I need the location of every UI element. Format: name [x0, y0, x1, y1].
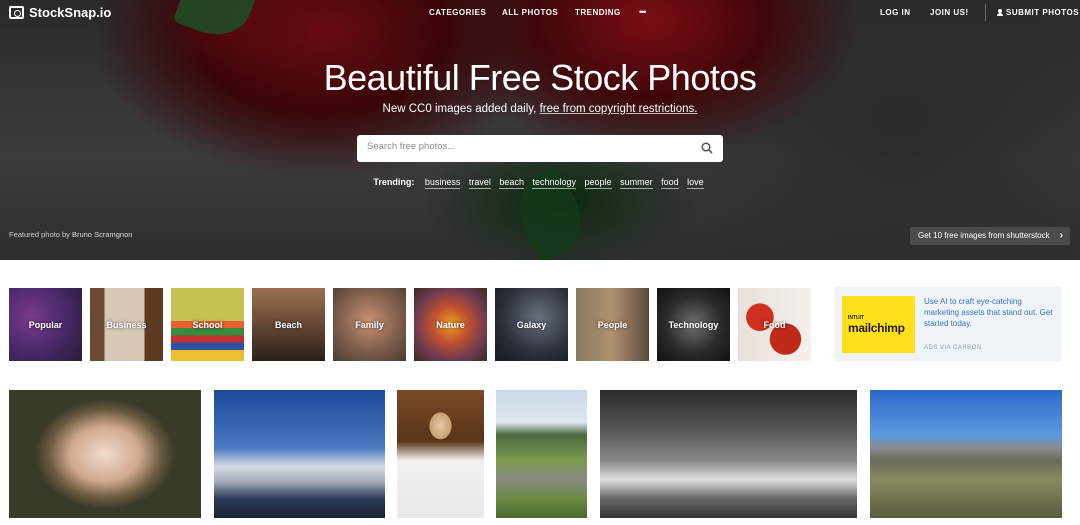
submit-label: SUBMIT PHOTOS	[1006, 8, 1080, 17]
trending-term[interactable]: travel	[468, 177, 491, 189]
trending-label: Trending:	[373, 177, 415, 187]
clouds-photo[interactable]	[214, 390, 385, 518]
category-business[interactable]: Business	[90, 288, 163, 361]
woman-phone-photo[interactable]	[397, 390, 484, 518]
surfer-photo[interactable]	[600, 390, 857, 518]
trending-term[interactable]: summer	[620, 177, 653, 189]
nav-divider	[985, 4, 986, 21]
trending-term[interactable]: people	[584, 177, 612, 189]
category-people[interactable]: People	[576, 288, 649, 361]
category-family[interactable]: Family	[333, 288, 406, 361]
category-galaxy[interactable]: Galaxy	[495, 288, 568, 361]
subtitle-text: New CC0 images added daily,	[382, 103, 540, 115]
category-label: Beach	[274, 319, 302, 330]
ad-text[interactable]: Use AI to craft eye-catching marketing a…	[924, 296, 1054, 329]
nav-submit-photos[interactable]: SUBMIT PHOTOS	[997, 8, 1079, 17]
trending-term[interactable]: technology	[532, 177, 577, 189]
site-logo[interactable]: StockSnap.io	[9, 5, 111, 20]
search-input[interactable]	[367, 141, 687, 152]
ad-via[interactable]: ADS VIA CARBON	[924, 345, 982, 351]
shutterstock-label: Get 10 free images from shutterstock	[918, 231, 1050, 240]
hero-subtitle: New CC0 images added daily, free from co…	[0, 103, 1080, 115]
carbon-ad[interactable]: INTUIT mailchimp Use AI to craft eye-cat…	[835, 287, 1061, 361]
trending-term[interactable]: beach	[499, 177, 524, 189]
category-popular[interactable]: Popular	[9, 288, 82, 361]
trending-term[interactable]: love	[687, 177, 704, 189]
desert-photo[interactable]	[870, 390, 1062, 518]
nav-log-in[interactable]: LOG IN	[880, 8, 911, 17]
trending-row: Trending: business travel beach technolo…	[0, 177, 1080, 189]
camera-icon	[9, 6, 24, 19]
search-icon[interactable]	[701, 142, 713, 154]
user-icon	[997, 9, 1003, 16]
trending-term[interactable]: food	[661, 177, 679, 189]
featured-prefix: Featured photo by	[9, 230, 72, 239]
category-label: School	[192, 319, 223, 330]
category-label: People	[597, 319, 628, 330]
nav-join[interactable]: JOIN US!	[930, 8, 969, 17]
category-label: Galaxy	[516, 319, 547, 330]
featured-credit: Featured photo by Bruno Scramgnon	[9, 230, 132, 239]
category-food[interactable]: Food	[738, 288, 811, 361]
category-label: Popular	[28, 319, 63, 330]
more-menu-icon[interactable]: •••	[639, 7, 647, 17]
featured-author[interactable]: Bruno Scramgnon	[72, 230, 132, 239]
nav-categories[interactable]: CATEGORIES	[429, 8, 486, 17]
hero-banner: StockSnap.io CATEGORIES ALL PHOTOS TREND…	[0, 0, 1080, 260]
category-nature[interactable]: Nature	[414, 288, 487, 361]
road-photo[interactable]	[496, 390, 587, 518]
category-school[interactable]: School	[171, 288, 244, 361]
logo-text: StockSnap.io	[29, 5, 112, 20]
trending-term[interactable]: business	[424, 177, 461, 189]
category-label: Technology	[668, 319, 719, 330]
category-label: Business	[106, 319, 147, 330]
hero-title: Beautiful Free Stock Photos	[323, 57, 757, 98]
category-label: Family	[355, 319, 384, 330]
category-beach[interactable]: Beach	[252, 288, 325, 361]
mailchimp-logo: INTUIT mailchimp	[842, 296, 915, 353]
shutterstock-button[interactable]: Get 10 free images from shutterstock ›	[910, 227, 1070, 245]
nav-trending[interactable]: TRENDING	[575, 8, 621, 17]
chevron-right-icon: ›	[1059, 230, 1063, 241]
category-label: Nature	[436, 319, 465, 330]
category-label: Food	[763, 319, 786, 330]
top-nav: StockSnap.io CATEGORIES ALL PHOTOS TREND…	[0, 0, 1080, 26]
search-bar	[357, 135, 723, 162]
category-technology[interactable]: Technology	[657, 288, 730, 361]
rose-photo[interactable]	[9, 390, 201, 518]
brand-name: mailchimp	[848, 320, 905, 335]
nav-all-photos[interactable]: ALL PHOTOS	[502, 8, 558, 17]
copyright-link[interactable]: free from copyright restrictions.	[540, 103, 698, 115]
